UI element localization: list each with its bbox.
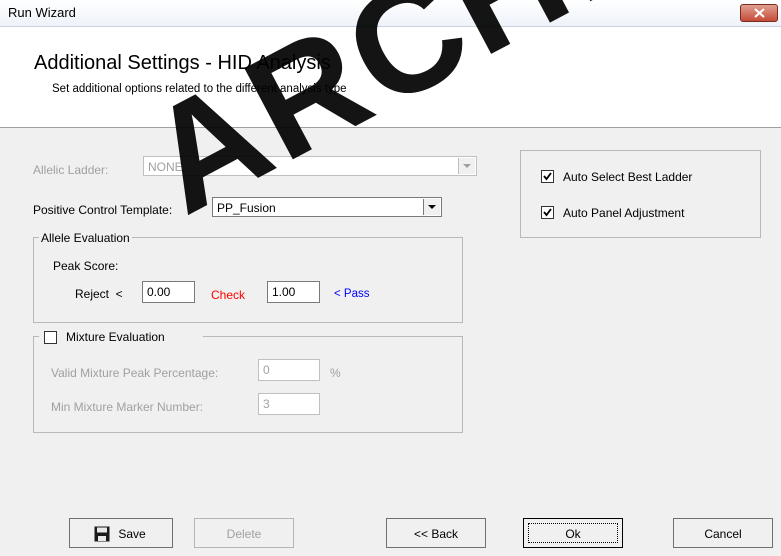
min-mixture-marker-input[interactable]: 3 (258, 393, 320, 415)
positive-control-value: PP_Fusion (217, 201, 276, 215)
ladder-options-panel (520, 150, 761, 238)
chevron-down-icon (423, 199, 440, 215)
checkmark-icon (543, 208, 552, 217)
valid-mixture-peak-input[interactable]: 0 (258, 359, 320, 381)
valid-mixture-peak-label: Valid Mixture Peak Percentage: (51, 366, 219, 380)
chevron-down-icon (458, 158, 475, 174)
ok-button[interactable]: Ok (523, 518, 623, 548)
reject-threshold-input[interactable]: 0.00 (142, 281, 195, 303)
allele-evaluation-group (33, 237, 463, 323)
mixture-evaluation-checkbox[interactable] (44, 331, 57, 344)
check-label: Check (211, 288, 246, 302)
allele-evaluation-title: Allele Evaluation (39, 231, 132, 245)
checkmark-icon (543, 172, 552, 181)
positive-control-label: Positive Control Template: (33, 203, 173, 217)
allelic-ladder-dropdown[interactable]: NONE (143, 156, 477, 176)
close-icon (754, 8, 765, 18)
delete-button[interactable]: Delete (194, 518, 294, 548)
auto-select-best-ladder-checkbox[interactable] (541, 170, 554, 183)
percent-sign: % (330, 366, 341, 380)
page-subtitle: Set additional options related to the di… (52, 83, 347, 95)
title-bar: Run Wizard (0, 0, 781, 27)
mixture-evaluation-title: Mixture Evaluation (66, 330, 165, 344)
reject-label: Reject < (75, 287, 123, 301)
wizard-header: Additional Settings - HID Analysis Set a… (0, 27, 781, 128)
allelic-ladder-label: Allelic Ladder: (33, 163, 109, 177)
positive-control-dropdown[interactable]: PP_Fusion (212, 197, 442, 217)
auto-panel-adjustment-checkbox[interactable] (541, 206, 554, 219)
min-mixture-marker-label: Min Mixture Marker Number: (51, 400, 204, 414)
auto-select-best-ladder-label: Auto Select Best Ladder (563, 170, 693, 184)
cancel-button[interactable]: Cancel (673, 518, 773, 548)
page-title: Additional Settings - HID Analysis (34, 52, 331, 74)
auto-panel-adjustment-label: Auto Panel Adjustment (563, 206, 685, 220)
save-button[interactable]: Save (69, 518, 173, 548)
check-threshold-input[interactable]: 1.00 (267, 281, 320, 303)
mixture-evaluation-group (33, 336, 463, 433)
pass-label: < Pass (334, 288, 370, 300)
back-button[interactable]: << Back (386, 518, 486, 548)
close-button[interactable] (740, 4, 778, 22)
allelic-ladder-value: NONE (148, 160, 183, 174)
window-title: Run Wizard (8, 5, 76, 20)
peak-score-label: Peak Score: (53, 259, 119, 273)
